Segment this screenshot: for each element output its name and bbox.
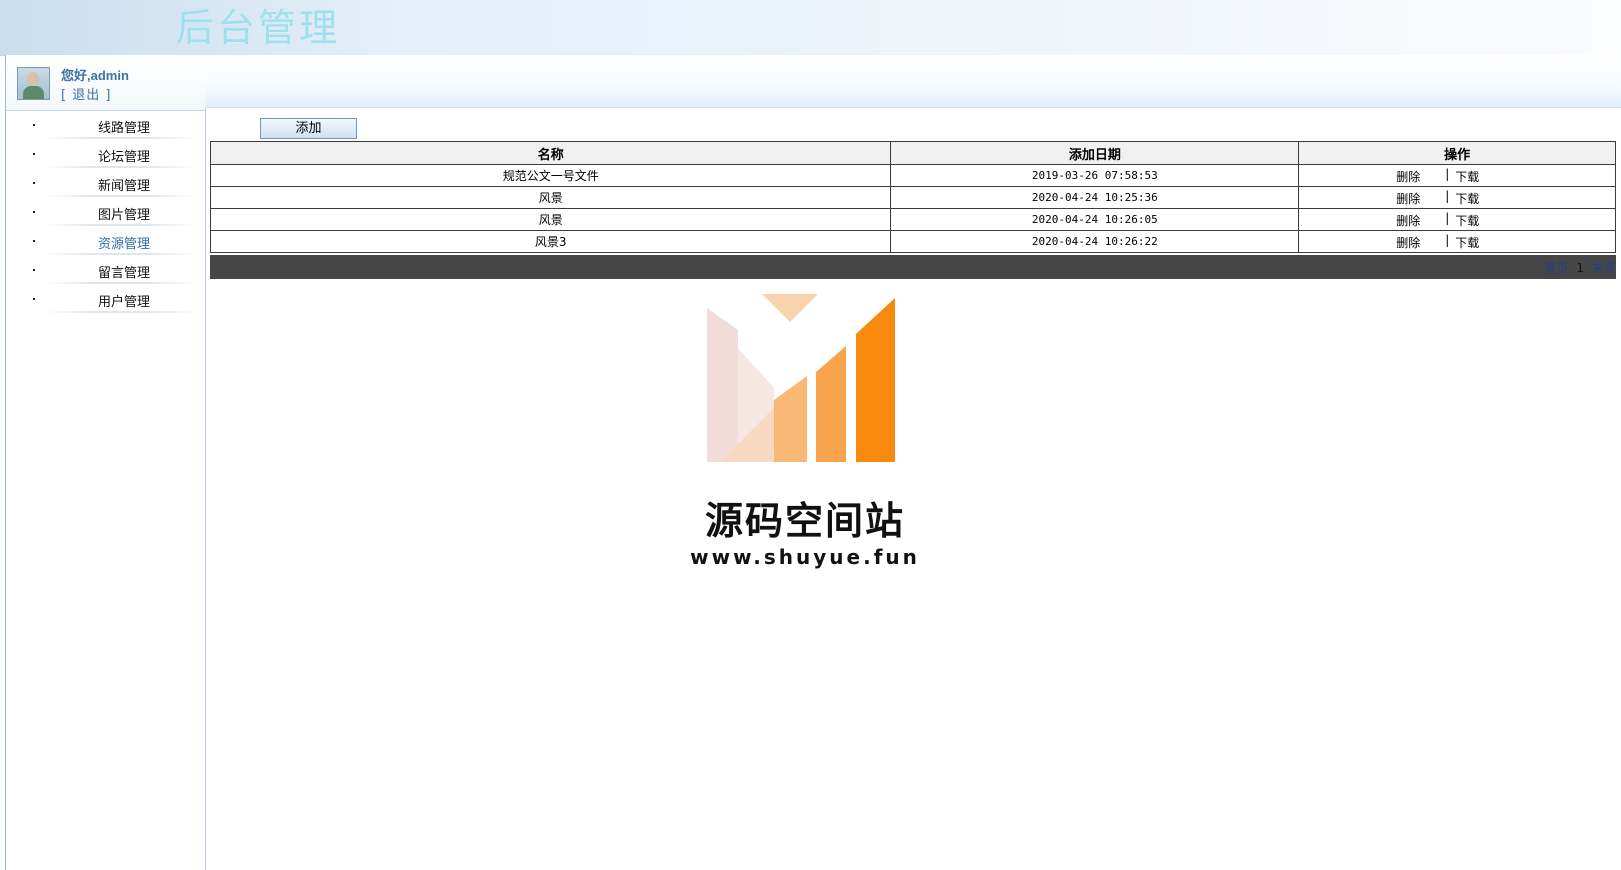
logout-link[interactable]: [ 退出 ] (61, 84, 111, 103)
avatar (17, 67, 50, 100)
sidebar-nav: 线路管理 论坛管理 新闻管理 图片管理 资源管理 留言管理 用户管理 (6, 111, 205, 314)
cell-actions: 删除 | 下载 (1298, 186, 1616, 209)
column-header-actions: 操作 (1298, 141, 1616, 165)
bullet-icon (33, 298, 35, 300)
sidebar-item-images[interactable]: 图片管理 (6, 198, 205, 227)
bullet-icon (33, 211, 35, 213)
sidebar-item-news[interactable]: 新闻管理 (6, 169, 205, 198)
download-link[interactable]: 下载 (1455, 212, 1479, 229)
divider (46, 282, 196, 284)
user-panel: 您好,admin [ 退出 ] (6, 55, 205, 111)
top-banner: 后台管理 (0, 0, 1621, 56)
sidebar-item-label: 资源管理 (98, 237, 151, 252)
download-link[interactable]: 下载 (1455, 234, 1479, 251)
sidebar-item-resources[interactable]: 资源管理 (6, 227, 205, 256)
separator: | (1445, 233, 1450, 247)
divider (46, 195, 196, 197)
column-header-name: 名称 (209, 141, 892, 165)
bullet-icon (33, 153, 35, 155)
cell-name: 风景 (209, 186, 892, 209)
bullet-icon (33, 269, 35, 271)
sidebar-item-routes[interactable]: 线路管理 (6, 111, 205, 140)
divider (46, 224, 196, 226)
column-header-date: 添加日期 (890, 141, 1300, 165)
bullet-icon (33, 182, 35, 184)
divider (46, 166, 196, 168)
first-page-link[interactable]: 首页 (1544, 261, 1568, 275)
separator: | (1445, 167, 1450, 181)
sidebar-item-label: 新闻管理 (98, 179, 151, 194)
sidebar-item-users[interactable]: 用户管理 (6, 285, 205, 314)
table-row: 风景3 2020-04-24 10:26:22 删除 | 下载 (209, 230, 1616, 253)
resource-table: 名称 添加日期 操作 规范公文一号文件 2019-03-26 07:58:53 … (209, 141, 1616, 253)
table-row: 风景 2020-04-24 10:26:05 删除 | 下载 (209, 208, 1616, 231)
cell-name: 风景 (209, 208, 892, 231)
separator: | (1445, 189, 1450, 203)
cell-date: 2019-03-26 07:58:53 (890, 164, 1300, 187)
pagination: 首页 1 末页 (1544, 259, 1616, 276)
sidebar-item-forum[interactable]: 论坛管理 (6, 140, 205, 169)
sidebar-item-label: 留言管理 (98, 266, 151, 281)
user-greeting: 您好,admin (61, 68, 129, 83)
cell-actions: 删除 | 下载 (1298, 164, 1616, 187)
cell-name: 规范公文一号文件 (209, 164, 892, 187)
cell-date: 2020-04-24 10:26:05 (890, 208, 1300, 231)
content-header (205, 55, 1621, 108)
sidebar-item-label: 图片管理 (98, 208, 151, 223)
separator: | (1445, 211, 1450, 225)
delete-link[interactable]: 删除 (1396, 234, 1420, 251)
divider (46, 253, 196, 255)
bullet-icon (33, 124, 35, 126)
cell-actions: 删除 | 下载 (1298, 208, 1616, 231)
table-row: 风景 2020-04-24 10:25:36 删除 | 下载 (209, 186, 1616, 209)
add-button[interactable]: 添加 (260, 118, 357, 139)
delete-link[interactable]: 删除 (1396, 212, 1420, 229)
sidebar-item-label: 用户管理 (98, 295, 151, 310)
watermark-name: 源码空间站 (704, 499, 905, 543)
table-row: 规范公文一号文件 2019-03-26 07:58:53 删除 | 下载 (209, 164, 1616, 187)
cell-date: 2020-04-24 10:26:22 (890, 230, 1300, 253)
table-header-row: 名称 添加日期 操作 (209, 141, 1616, 165)
cell-date: 2020-04-24 10:25:36 (890, 186, 1300, 209)
last-page-link[interactable]: 末页 (1592, 261, 1616, 275)
sidebar: 您好,admin [ 退出 ] 线路管理 论坛管理 新闻管理 图片管理 资源管理 (5, 55, 206, 870)
sidebar-item-label: 线路管理 (98, 121, 151, 136)
bullet-icon (33, 240, 35, 242)
cell-name: 风景3 (209, 230, 892, 253)
pagination-bar: 首页 1 末页 (210, 255, 1616, 279)
current-page-number: 1 (1576, 261, 1584, 275)
app-title: 后台管理 (176, 6, 341, 50)
sidebar-item-label: 论坛管理 (98, 150, 151, 165)
delete-link[interactable]: 删除 (1396, 168, 1420, 185)
divider (46, 311, 196, 313)
cell-actions: 删除 | 下载 (1298, 230, 1616, 253)
divider (46, 137, 196, 139)
watermark-url: www.shuyue.fun (690, 545, 920, 569)
watermark-logo (707, 294, 895, 462)
sidebar-item-messages[interactable]: 留言管理 (6, 256, 205, 285)
delete-link[interactable]: 删除 (1396, 190, 1420, 207)
watermark: 源码空间站 www.shuyue.fun (690, 290, 920, 570)
download-link[interactable]: 下载 (1455, 190, 1479, 207)
download-link[interactable]: 下载 (1455, 168, 1479, 185)
